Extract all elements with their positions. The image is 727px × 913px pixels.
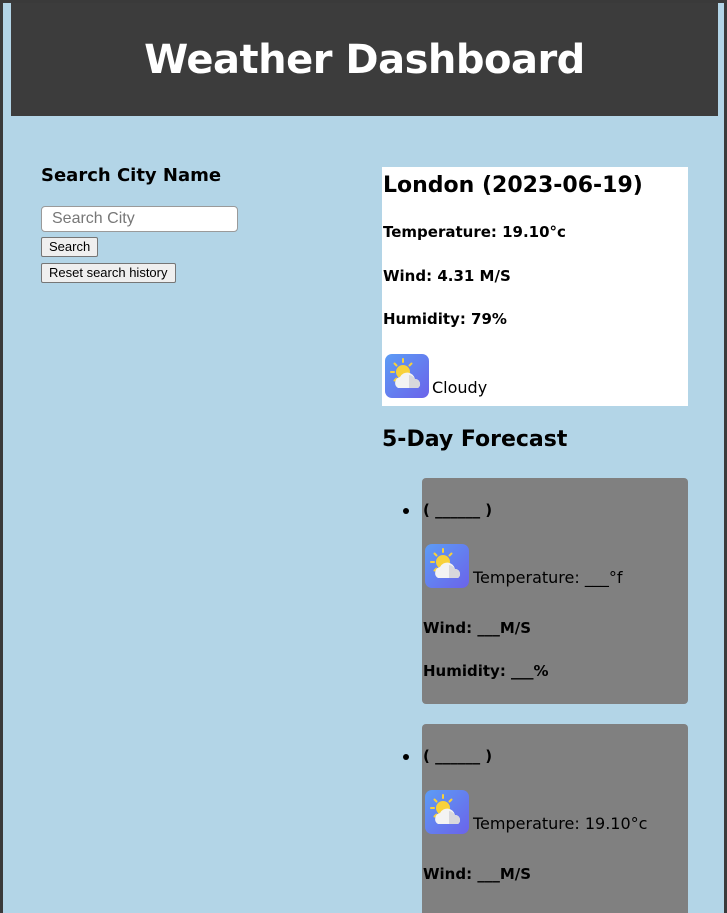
current-city-title: London (2023-06-19) bbox=[383, 173, 643, 198]
reset-history-button[interactable]: Reset search history bbox=[41, 263, 176, 283]
current-description: Cloudy bbox=[432, 378, 488, 397]
current-wind: Wind: 4.31 M/S bbox=[383, 267, 511, 285]
forecast-date: ( ______ ) bbox=[423, 501, 493, 519]
current-weather-card: London (2023-06-19) Temperature: 19.10°c… bbox=[382, 167, 688, 406]
search-heading: Search City Name bbox=[41, 165, 222, 186]
partly-cloudy-icon bbox=[425, 790, 469, 834]
app-header: Weather Dashboard bbox=[11, 3, 718, 116]
search-input[interactable] bbox=[41, 206, 238, 232]
partly-cloudy-icon bbox=[385, 354, 429, 398]
forecast-condition: Temperature: ___°f bbox=[425, 544, 622, 588]
page-title: Weather Dashboard bbox=[144, 36, 585, 83]
search-button[interactable]: Search bbox=[41, 237, 99, 257]
forecast-title: 5-Day Forecast bbox=[382, 427, 568, 452]
list-bullet bbox=[403, 754, 409, 760]
current-temperature: Temperature: 19.10°c bbox=[383, 223, 566, 241]
forecast-wind: Wind: ___M/S bbox=[423, 865, 532, 883]
forecast-temperature: Temperature: ___°f bbox=[473, 568, 623, 587]
current-condition: Cloudy bbox=[385, 354, 487, 398]
forecast-wind: Wind: ___M/S bbox=[423, 619, 532, 637]
current-humidity: Humidity: 79% bbox=[383, 310, 507, 328]
forecast-card: ( ______ ) Temperature: 19.10°c Wind: __… bbox=[422, 724, 688, 913]
partly-cloudy-icon bbox=[425, 544, 469, 588]
page-frame: Weather Dashboard Search City Name Searc… bbox=[3, 3, 724, 913]
forecast-condition: Temperature: 19.10°c bbox=[425, 790, 647, 834]
forecast-humidity: Humidity: ___% bbox=[423, 662, 549, 680]
forecast-card: ( ______ ) Temperature: ___°f Wind: ___M… bbox=[422, 478, 688, 704]
forecast-date: ( ______ ) bbox=[423, 747, 493, 765]
search-panel: Search City Name Search Reset search his… bbox=[41, 165, 341, 289]
forecast-temperature: Temperature: 19.10°c bbox=[473, 814, 648, 833]
list-bullet bbox=[403, 508, 409, 514]
